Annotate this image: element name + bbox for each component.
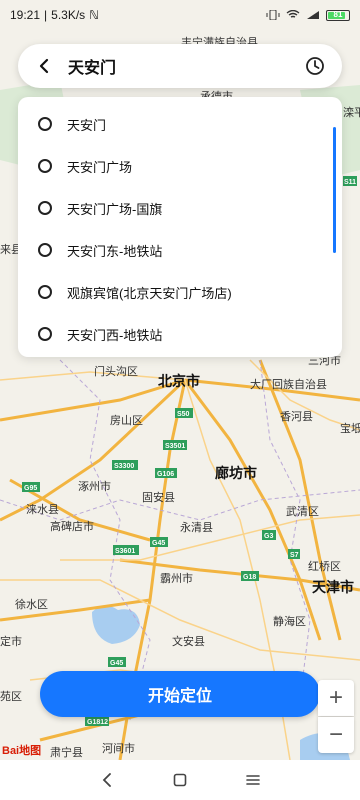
label-laishui: 涞水县 (26, 503, 59, 516)
vibrate-icon (266, 10, 280, 20)
svg-text:G1812: G1812 (87, 719, 108, 726)
label-xianghe: 香河县 (280, 410, 313, 423)
label-bazhou: 霸州市 (160, 571, 193, 585)
label-fangshan: 房山区 (110, 414, 143, 427)
zoom-out-button[interactable]: − (318, 717, 354, 753)
suggestion-label: 天安门 (67, 117, 107, 133)
svg-text:G95: G95 (24, 485, 37, 492)
svg-text:G3: G3 (264, 533, 273, 540)
svg-text:S50: S50 (177, 411, 190, 418)
label-guan: 固安县 (142, 490, 175, 504)
status-right: 81 (266, 9, 350, 21)
svg-text:S7: S7 (290, 552, 299, 559)
suggestion-label: 天安门西-地铁站 (67, 327, 163, 343)
radio-button[interactable] (38, 327, 52, 341)
clock-icon (306, 57, 324, 75)
radio-button[interactable] (38, 159, 52, 173)
navigation-bar (0, 760, 360, 800)
back-button[interactable] (30, 52, 58, 80)
label-luanping: 滦平 (343, 105, 360, 119)
suggestion-item[interactable]: 天安门 (18, 103, 342, 145)
radio-button[interactable] (38, 285, 52, 299)
divider: | (44, 8, 48, 22)
notification-icon: ℕ (89, 8, 99, 22)
label-mentougou: 门头沟区 (94, 364, 138, 378)
status-left: 19:21 | 5.3K/s ℕ (10, 8, 99, 22)
suggestion-item[interactable]: 天安门西-地铁站 (18, 313, 342, 355)
label-suning: 肃宁县 (50, 745, 83, 759)
radio-button[interactable] (38, 201, 52, 215)
label-dachang: 大厂回族自治县 (250, 377, 327, 391)
label-wuqing: 武清区 (286, 505, 319, 518)
baidu-map-logo: Bai地图 (2, 745, 42, 757)
label-yuanqu: 苑区 (0, 690, 22, 703)
svg-text:G18: G18 (243, 574, 256, 581)
start-location-button[interactable]: 开始定位 (40, 671, 320, 717)
svg-text:S11: S11 (344, 179, 356, 186)
history-button[interactable] (300, 51, 330, 81)
suggestion-label: 天安门广场-国旗 (67, 201, 163, 217)
status-time: 19:21 (10, 8, 41, 22)
svg-text:S3300: S3300 (114, 463, 134, 470)
label-yongqing: 永清县 (180, 520, 213, 534)
svg-text:S3601: S3601 (115, 548, 135, 555)
network-speed: 5.3K/s (51, 8, 86, 22)
nav-home-icon (173, 773, 187, 787)
label-hejian: 河间市 (102, 741, 135, 755)
label-jinghai: 静海区 (273, 614, 306, 628)
battery-icon: 81 (326, 9, 350, 21)
suggestion-label: 天安门广场 (67, 159, 133, 175)
label-wenan: 文安县 (172, 634, 205, 648)
svg-text:G45: G45 (110, 660, 123, 667)
suggestion-item[interactable]: 观旗宾馆(北京天安门广场店) (18, 271, 342, 313)
search-input[interactable] (58, 56, 300, 76)
battery-level: 81 (333, 9, 343, 19)
svg-text:S3501: S3501 (165, 443, 185, 450)
radio-button[interactable] (38, 243, 52, 257)
label-zhuozhou: 涿州市 (78, 479, 111, 493)
suggestion-dropdown: 天安门 天安门广场 天安门广场-国旗 天安门东-地铁站 观旗宾馆(北京天安门广场… (18, 97, 342, 357)
radio-button[interactable] (38, 117, 52, 131)
label-tianjin: 天津市 (312, 579, 354, 595)
svg-text:G45: G45 (152, 540, 165, 547)
suggestion-item[interactable]: 天安门东-地铁站 (18, 229, 342, 271)
suggestion-label: 天安门东-地铁站 (67, 243, 163, 259)
nav-home-button[interactable] (165, 765, 195, 795)
label-baodi: 宝坻 (340, 421, 360, 435)
nav-back-button[interactable] (92, 765, 122, 795)
nav-back-icon (102, 773, 111, 787)
label-dingzhou: 定市 (0, 634, 22, 648)
search-bar (18, 44, 342, 88)
label-gaobeidian: 高碑店市 (50, 519, 94, 533)
zoom-in-button[interactable]: + (318, 680, 354, 716)
label-langfang: 廊坊市 (215, 465, 257, 481)
scrollbar[interactable] (333, 127, 336, 253)
nav-menu-icon (246, 775, 261, 785)
suggestion-item[interactable]: 天安门广场 (18, 145, 342, 187)
label-xushui: 徐水区 (15, 597, 48, 611)
label-hongqiao: 红桥区 (308, 560, 341, 573)
svg-text:G106: G106 (157, 471, 174, 478)
back-arrow-icon (39, 58, 49, 74)
status-bar: 19:21 | 5.3K/s ℕ 81 (0, 0, 360, 30)
wifi-icon (286, 10, 300, 18)
suggestion-label: 观旗宾馆(北京天安门广场店) (67, 285, 232, 301)
label-beijing: 北京市 (158, 373, 200, 389)
signal-icon (307, 11, 319, 19)
suggestion-item[interactable]: 天安门广场-国旗 (18, 187, 342, 229)
nav-menu-button[interactable] (238, 765, 268, 795)
